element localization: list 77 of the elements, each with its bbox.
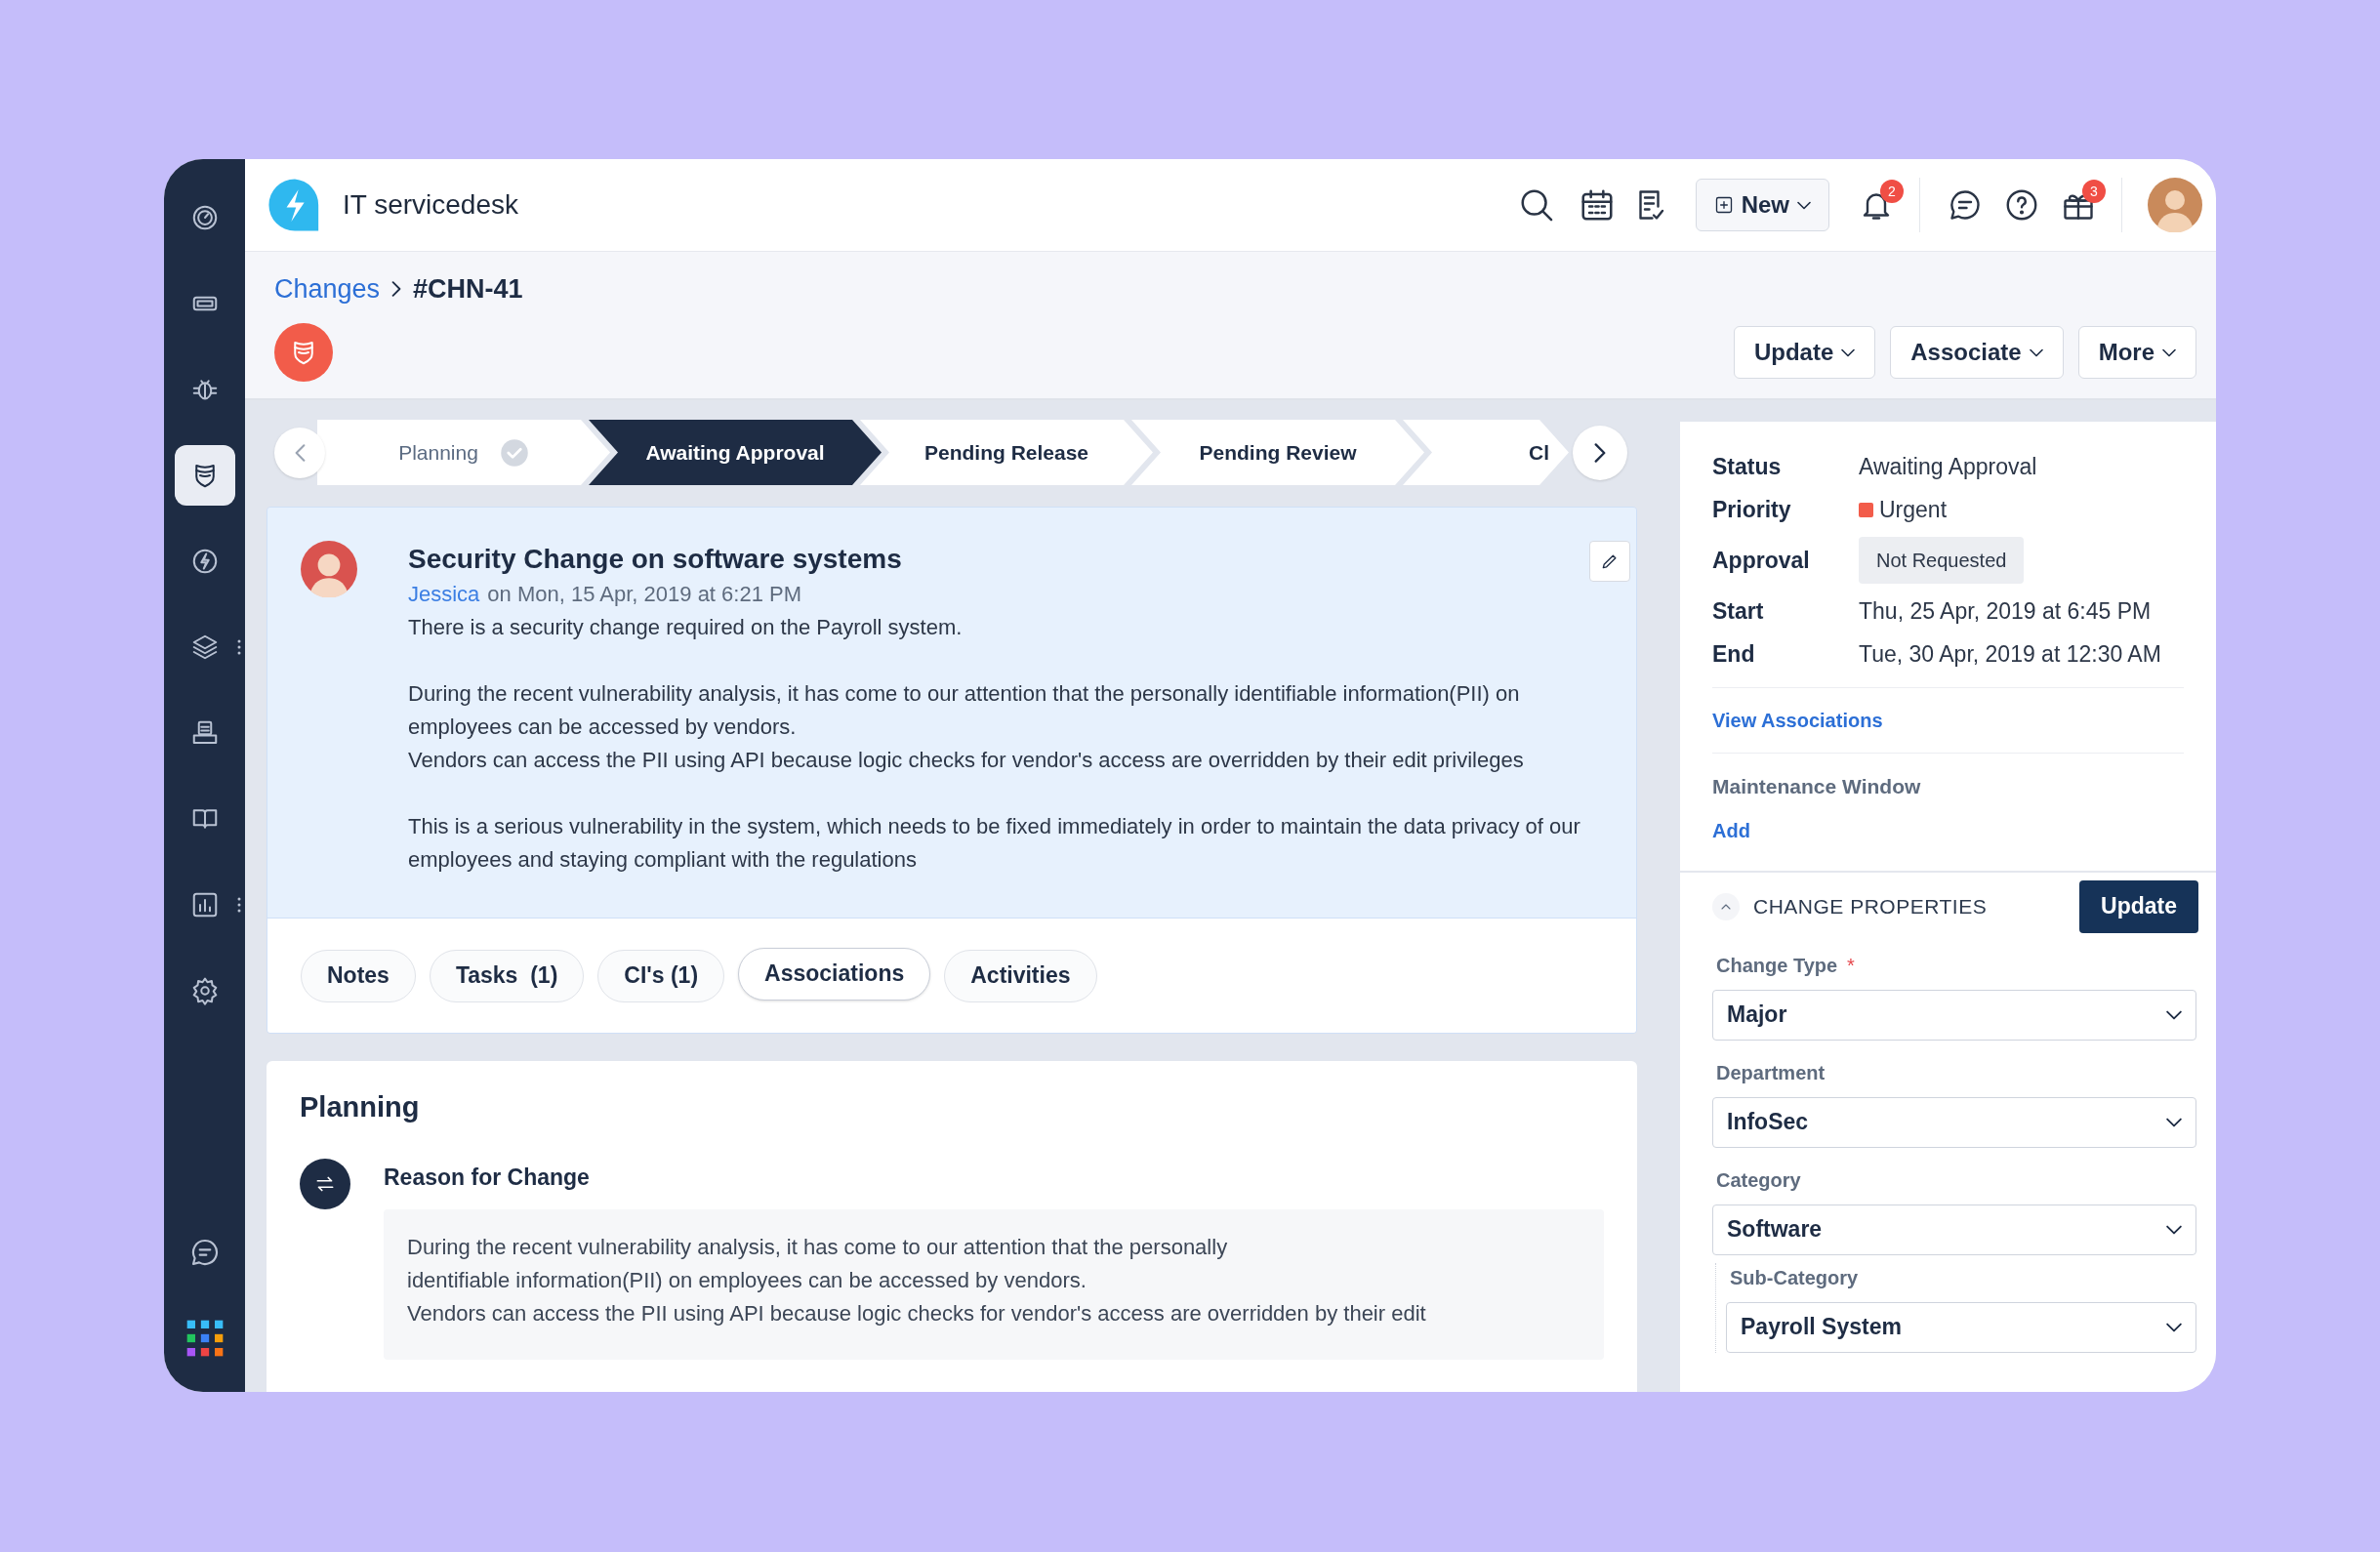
select-field[interactable]: Payroll System — [1726, 1301, 2196, 1353]
breadcrumb-current: #CHN-41 — [413, 273, 523, 306]
select-field[interactable]: Software — [1712, 1204, 2196, 1255]
chevron-right-icon — [1594, 442, 1606, 463]
help-icon[interactable] — [2004, 187, 2039, 223]
more-icon[interactable] — [237, 639, 241, 655]
field-label: Category — [1716, 1167, 1801, 1193]
action-button[interactable]: More — [2077, 326, 2196, 379]
caret-icon — [2166, 1117, 2182, 1127]
subsection-title: Reason for Change — [384, 1163, 591, 1192]
update-button[interactable]: Update — [2079, 879, 2198, 933]
caret-icon — [2029, 347, 2043, 357]
reason-text: Vendors can access the PII using API because logic checks for vendor's access are overridden by their edit — [407, 1300, 1427, 1327]
tab[interactable]: Associations — [738, 947, 931, 1001]
tab[interactable]: Tasks (1) — [429, 949, 585, 1002]
tab[interactable]: Activities — [944, 949, 1097, 1002]
edit-button[interactable] — [1589, 541, 1630, 582]
select-field[interactable]: Major — [1712, 989, 2196, 1041]
field-label: Start — [1712, 596, 1765, 626]
field-value: Thu, 25 Apr, 2019 at 6:45 PM — [1859, 596, 2152, 626]
caret-icon — [2166, 1322, 2182, 1332]
field-value: Awaiting Approval — [1859, 452, 2037, 481]
reason-text: During the recent vulnerability analysis, it has come to our attention that the personally — [407, 1234, 1229, 1261]
approval-badge: Not Requested — [1859, 537, 2025, 584]
request-title: Security Change on software systems — [408, 543, 903, 576]
field-value: Urgent — [1879, 495, 1948, 524]
field-label: Priority — [1712, 495, 1792, 524]
stepper-step[interactable]: Awaiting Approval — [589, 420, 882, 485]
stepper-step[interactable]: Pending Review — [1131, 420, 1424, 485]
action-button[interactable]: Update — [1733, 326, 1876, 379]
reason-text: identifiable information(PII) on employees can be accessed by vendors. — [407, 1267, 1087, 1294]
action-button[interactable]: Associate — [1890, 326, 2064, 379]
field-label: Sub-Category — [1730, 1265, 1859, 1290]
chevron-right-icon — [391, 281, 402, 298]
caret-icon — [2166, 1224, 2182, 1235]
count-badge: 2 — [1880, 180, 1904, 203]
app-title: IT servicedesk — [343, 188, 518, 222]
field-label: Status — [1712, 452, 1783, 481]
field-value: Tue, 30 Apr, 2019 at 12:30 AM — [1859, 639, 2161, 669]
section-title: CHANGE PROPERTIES — [1753, 893, 1989, 919]
add-link[interactable]: Add — [1712, 815, 1750, 845]
field-label: Change Type — [1716, 953, 1838, 978]
field-label: Approval — [1712, 546, 1811, 575]
caret-icon — [1841, 347, 1856, 357]
description-text: This is a serious vulnerability in the system, which needs to be fixed immediately in order to maintain the data privacy of our employees and staying compliant with the regulations — [408, 813, 1581, 874]
field-label: Department — [1716, 1060, 1826, 1085]
plus-box-icon — [1713, 195, 1734, 215]
chevron-left-icon — [294, 443, 306, 462]
tab[interactable]: Notes — [301, 949, 416, 1002]
description-text: During the recent vulnerability analysis, it has come to our attention that the personally identifiable information(PII) on employees can be accessed by vendors. — [408, 680, 1521, 741]
avatar — [301, 541, 357, 597]
chat-icon[interactable] — [1948, 187, 1983, 223]
view-associations-link[interactable]: View Associations — [1712, 710, 1883, 731]
stepper-step[interactable]: Cl — [1403, 420, 1569, 485]
more-icon[interactable] — [237, 897, 241, 913]
caret-icon — [2166, 1009, 2182, 1020]
request-meta: on Mon, 15 Apr, 2019 at 6:21 PM — [487, 581, 802, 608]
new-button[interactable]: New — [1695, 179, 1829, 231]
avatar[interactable] — [2148, 178, 2202, 232]
caret-icon — [2162, 347, 2176, 357]
stepper-step[interactable]: Planning — [317, 420, 610, 485]
field-label: Maintenance Window — [1712, 774, 1921, 799]
required-mark: * — [1847, 953, 1855, 978]
caret-icon — [1797, 200, 1811, 210]
check-circle-icon — [499, 437, 529, 468]
collapse-toggle[interactable] — [1712, 892, 1740, 920]
breadcrumb-link[interactable]: Changes — [274, 269, 381, 309]
count-badge: 3 — [2082, 180, 2106, 203]
tab[interactable]: CI's (1) — [597, 949, 725, 1002]
stepper-step[interactable]: Pending Release — [860, 420, 1153, 485]
description-text: There is a security change required on the Payroll system. — [408, 614, 964, 641]
sidebar-item[interactable] — [174, 445, 235, 506]
section-title: Planning — [300, 1090, 421, 1124]
field-label: End — [1712, 639, 1756, 669]
app-grid-icon — [185, 1319, 225, 1358]
select-field[interactable]: InfoSec — [1712, 1096, 2196, 1148]
description-text: Vendors can access the PII using API because logic checks for vendor's access are overridden by their edit privileges — [408, 747, 1525, 774]
